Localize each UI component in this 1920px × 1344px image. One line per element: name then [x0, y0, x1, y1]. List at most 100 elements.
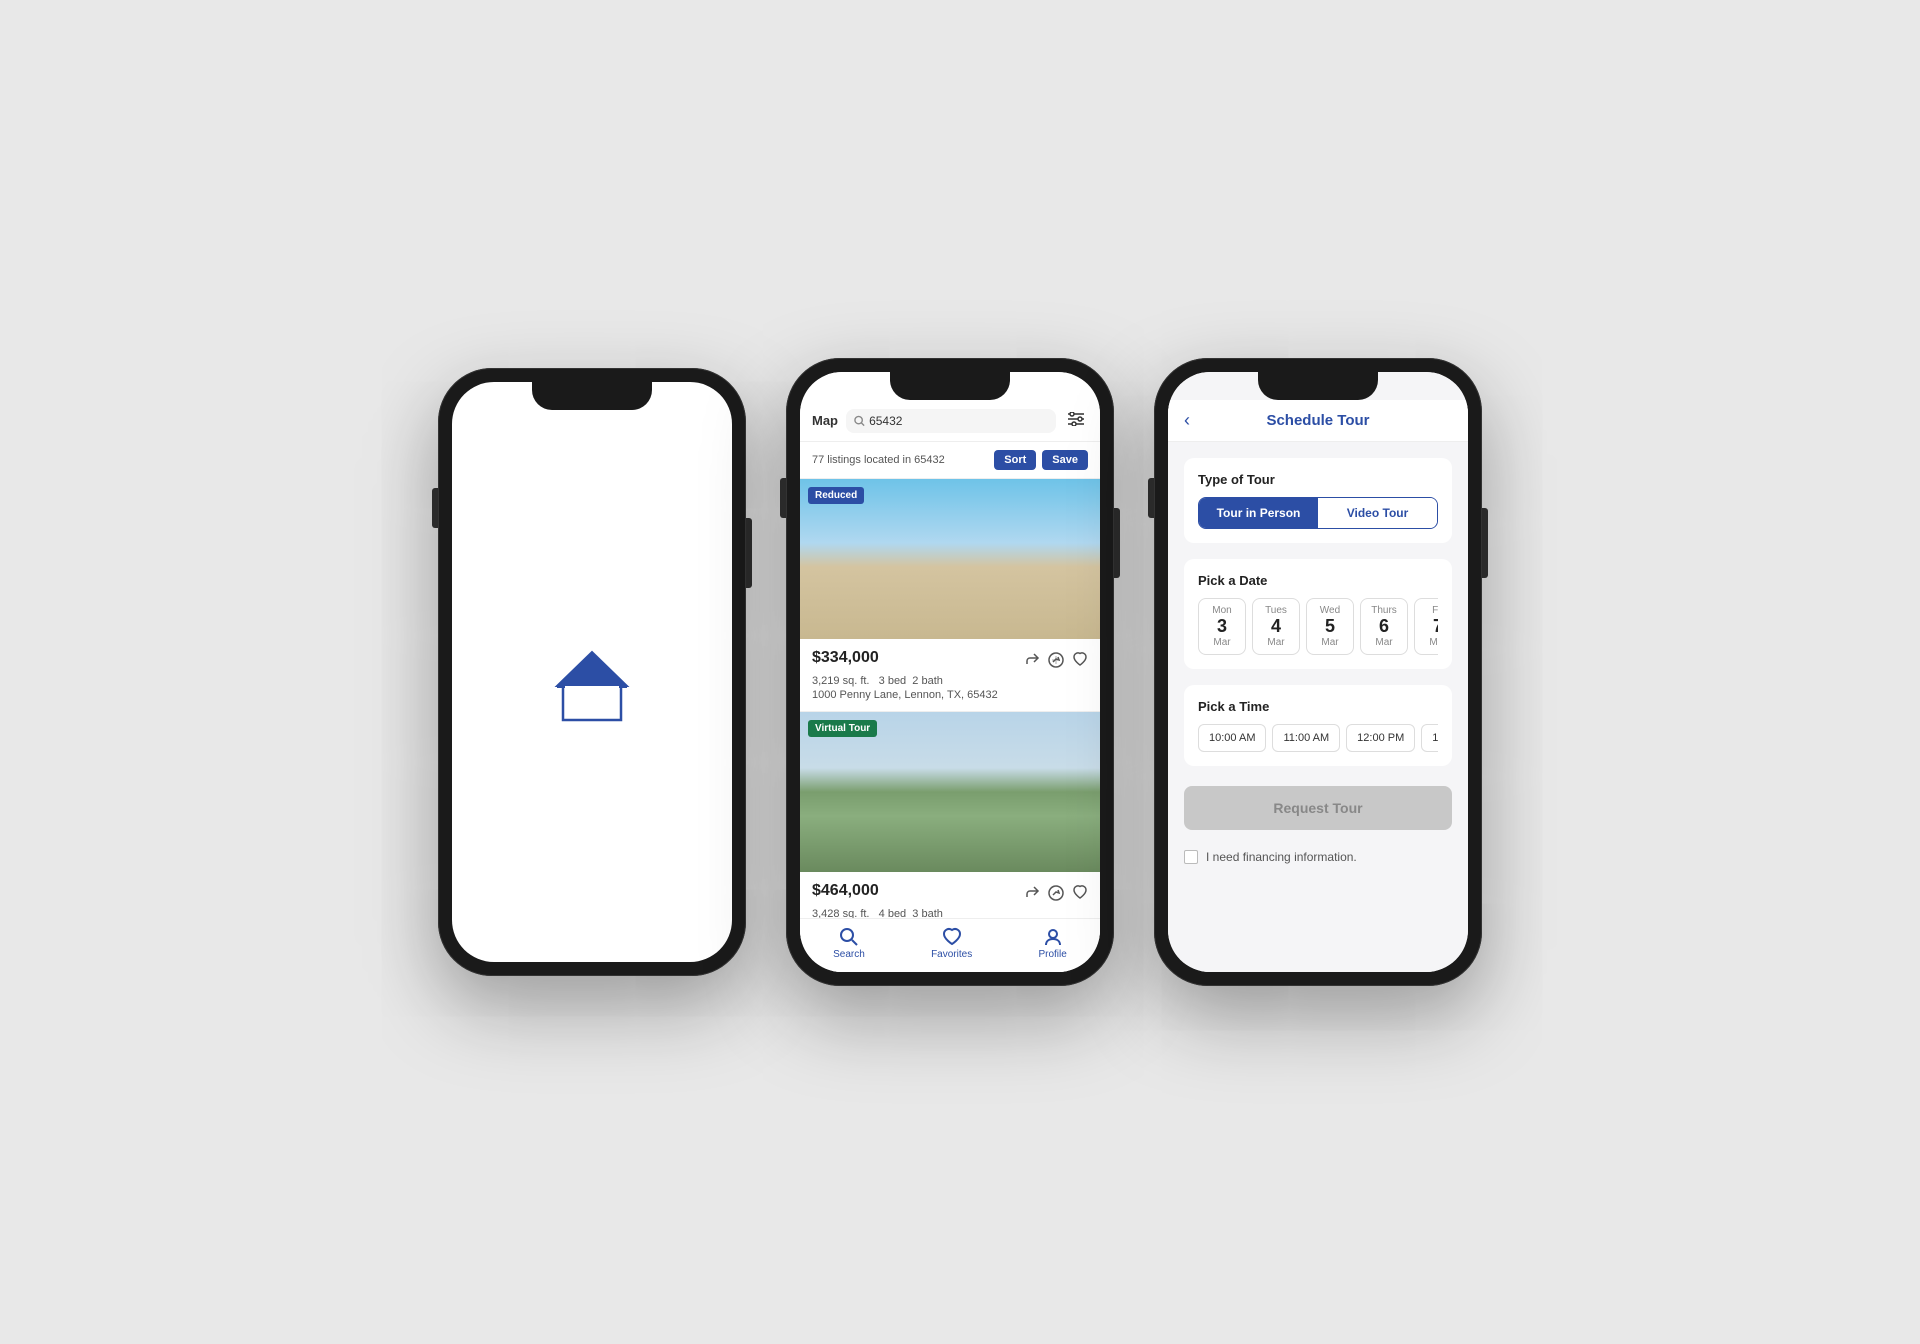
tour-title: Schedule Tour — [1266, 412, 1369, 429]
date-num-1: 4 — [1271, 616, 1281, 637]
listing-price-2: $464,000 — [812, 882, 879, 900]
date-item-thurs-6[interactable]: Thurs 6 Mar — [1360, 598, 1408, 655]
date-scroll[interactable]: Mon 3 Mar Tues 4 Mar Wed 5 — [1198, 598, 1438, 655]
listing-badge-2: Virtual Tour — [808, 720, 877, 737]
video-tour-button[interactable]: Video Tour — [1318, 498, 1437, 528]
phone-schedule-tour: ‹ Schedule Tour Type of Tour Tour in Per… — [1154, 358, 1482, 986]
app-scene: Map — [398, 298, 1522, 1046]
notch-2 — [890, 372, 1010, 400]
date-month-1: Mar — [1267, 637, 1284, 648]
date-num-3: 6 — [1379, 616, 1389, 637]
time-1000am[interactable]: 10:00 AM — [1198, 724, 1266, 752]
listings-info-bar: 77 listings located in 65432 Sort Save — [800, 442, 1100, 479]
type-of-tour-section: Type of Tour Tour in Person Video Tour — [1184, 458, 1452, 543]
date-num-2: 5 — [1325, 616, 1335, 637]
date-item-tues-4[interactable]: Tues 4 Mar — [1252, 598, 1300, 655]
listing-image-1: Reduced — [800, 479, 1100, 639]
pick-a-time-label: Pick a Time — [1198, 699, 1438, 714]
listing-image-2: Virtual Tour — [800, 712, 1100, 872]
listing-actions-row-1: $334,000 — [812, 649, 1088, 671]
date-month-3: Mar — [1375, 637, 1392, 648]
date-num-0: 3 — [1217, 616, 1227, 637]
time-scroll[interactable]: 10:00 AM 11:00 AM 12:00 PM 1:00 PM 2:00 … — [1198, 724, 1438, 752]
search-bar: Map — [800, 400, 1100, 442]
time-100pm[interactable]: 1:00 PM — [1421, 724, 1438, 752]
phone-listings: Map — [786, 358, 1114, 986]
schedule-tour-screen: ‹ Schedule Tour Type of Tour Tour in Per… — [1168, 372, 1468, 972]
tour-header: ‹ Schedule Tour — [1168, 400, 1468, 442]
date-month-0: Mar — [1213, 637, 1230, 648]
listing-icons-1 — [1024, 652, 1088, 668]
directions-icon-2[interactable] — [1048, 885, 1064, 901]
nav-profile[interactable]: Profile — [1038, 927, 1066, 960]
time-1200pm[interactable]: 12:00 PM — [1346, 724, 1415, 752]
share-icon-1[interactable] — [1024, 652, 1040, 668]
listing-card-2[interactable]: Virtual Tour $464,000 — [800, 712, 1100, 918]
heart-icon-1[interactable] — [1072, 652, 1088, 668]
listing-detail-2: 3,428 sq. ft. 4 bed 3 bath — [812, 908, 1088, 918]
listing-card-1[interactable]: Reduced $334,000 — [800, 479, 1100, 712]
search-input[interactable] — [869, 414, 1048, 428]
request-tour-button[interactable]: Request Tour — [1184, 786, 1452, 830]
search-input-wrap[interactable] — [846, 409, 1056, 433]
heart-icon-2[interactable] — [1072, 885, 1088, 901]
splash-logo — [547, 644, 637, 729]
map-label: Map — [812, 413, 838, 428]
type-of-tour-label: Type of Tour — [1198, 472, 1438, 487]
profile-nav-label: Profile — [1038, 949, 1066, 960]
listing-address-1: 1000 Penny Lane, Lennon, TX, 65432 — [812, 689, 1088, 701]
filter-button[interactable] — [1064, 408, 1088, 433]
splash-screen — [452, 382, 732, 962]
date-month-4: Mar — [1429, 637, 1438, 648]
date-item-fri-7[interactable]: Fri 7 Mar — [1414, 598, 1438, 655]
date-num-4: 7 — [1433, 616, 1438, 637]
tour-type-toggle: Tour in Person Video Tour — [1198, 497, 1438, 529]
favorites-nav-label: Favorites — [931, 949, 972, 960]
listing-badge-1: Reduced — [808, 487, 864, 504]
save-button[interactable]: Save — [1042, 450, 1088, 470]
tour-body: Type of Tour Tour in Person Video Tour P… — [1168, 442, 1468, 972]
pick-a-date-label: Pick a Date — [1198, 573, 1438, 588]
listing-actions-row-2: $464,000 — [812, 882, 1088, 904]
date-item-wed-5[interactable]: Wed 5 Mar — [1306, 598, 1354, 655]
date-day-3: Thurs — [1371, 605, 1397, 616]
notch-1 — [532, 382, 652, 410]
profile-nav-icon — [1043, 927, 1063, 947]
search-icon — [854, 415, 865, 427]
filter-icon — [1068, 412, 1084, 426]
back-button[interactable]: ‹ — [1184, 410, 1190, 431]
pick-a-time-section: Pick a Time 10:00 AM 11:00 AM 12:00 PM 1… — [1184, 685, 1452, 766]
date-day-1: Tues — [1265, 605, 1287, 616]
listings-screen: Map — [800, 372, 1100, 972]
notch-3 — [1258, 372, 1378, 400]
listings-actions: Sort Save — [994, 450, 1088, 470]
date-month-2: Mar — [1321, 637, 1338, 648]
nav-favorites[interactable]: Favorites — [931, 927, 972, 960]
listings-scroll[interactable]: Reduced $334,000 — [800, 479, 1100, 918]
date-day-0: Mon — [1212, 605, 1231, 616]
listing-price-1: $334,000 — [812, 649, 879, 667]
listings-count: 77 listings located in 65432 — [812, 454, 945, 466]
tour-in-person-button[interactable]: Tour in Person — [1199, 498, 1318, 528]
financing-row: I need financing information. — [1184, 846, 1452, 868]
share-icon-2[interactable] — [1024, 885, 1040, 901]
search-nav-label: Search — [833, 949, 865, 960]
listing-icons-2 — [1024, 885, 1088, 901]
date-item-mon-3[interactable]: Mon 3 Mar — [1198, 598, 1246, 655]
nav-search[interactable]: Search — [833, 927, 865, 960]
listing-info-2: $464,000 — [800, 872, 1100, 918]
financing-label: I need financing information. — [1206, 850, 1357, 864]
date-day-4: Fri — [1432, 605, 1438, 616]
directions-icon-1[interactable] — [1048, 652, 1064, 668]
listing-detail-1: 3,219 sq. ft. 3 bed 2 bath — [812, 675, 1088, 687]
search-nav-icon — [839, 927, 859, 947]
time-1100am[interactable]: 11:00 AM — [1272, 724, 1340, 752]
house-logo-icon — [547, 644, 637, 729]
financing-checkbox[interactable] — [1184, 850, 1198, 864]
listing-info-1: $334,000 — [800, 639, 1100, 711]
favorites-nav-icon — [942, 927, 962, 947]
date-day-2: Wed — [1320, 605, 1340, 616]
bottom-nav: Search Favorites Profile — [800, 918, 1100, 972]
sort-button[interactable]: Sort — [994, 450, 1036, 470]
pick-a-date-section: Pick a Date Mon 3 Mar Tues 4 Mar — [1184, 559, 1452, 669]
